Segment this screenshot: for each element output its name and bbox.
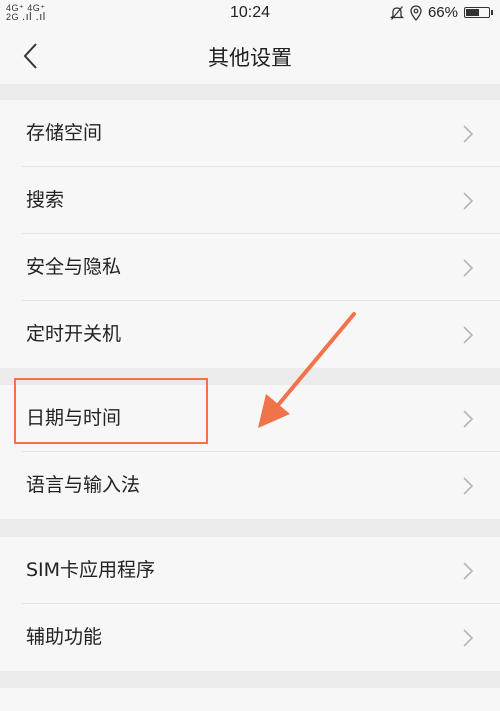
settings-group-3: SIM卡应用程序 辅助功能 bbox=[0, 537, 500, 671]
setting-label: 存储空间 bbox=[26, 122, 103, 144]
setting-row-security-privacy[interactable]: 安全与隐私 bbox=[0, 234, 500, 301]
setting-label: SIM卡应用程序 bbox=[26, 559, 156, 581]
setting-label: 辅助功能 bbox=[26, 626, 103, 648]
battery-icon bbox=[464, 7, 493, 18]
status-bar: 4G⁺ 4G⁺ 2G .ıl .ıl 10:24 66% bbox=[0, 0, 500, 28]
chevron-right-icon bbox=[463, 192, 474, 210]
setting-label: 定时开关机 bbox=[26, 323, 122, 345]
status-icons: 66% bbox=[389, 4, 493, 21]
battery-percent: 66% bbox=[427, 4, 458, 21]
chevron-right-icon bbox=[463, 562, 474, 580]
setting-label: 安全与隐私 bbox=[26, 256, 122, 278]
setting-row-storage[interactable]: 存储空间 bbox=[0, 100, 500, 167]
setting-row-scheduled-power[interactable]: 定时开关机 bbox=[0, 301, 500, 368]
bell-off-icon bbox=[389, 5, 404, 20]
location-icon bbox=[410, 4, 422, 21]
chevron-right-icon bbox=[463, 259, 474, 277]
chevron-right-icon bbox=[463, 410, 474, 428]
chevron-right-icon bbox=[463, 326, 474, 344]
setting-label: 日期与时间 bbox=[26, 407, 122, 429]
battery-level bbox=[466, 9, 480, 16]
setting-label: 搜索 bbox=[26, 189, 65, 211]
page-title: 其他设置 bbox=[208, 46, 292, 70]
setting-row-language-input[interactable]: 语言与输入法 bbox=[0, 452, 500, 519]
chevron-right-icon bbox=[463, 477, 474, 495]
chevron-right-icon bbox=[463, 125, 474, 143]
setting-label: 语言与输入法 bbox=[26, 474, 141, 496]
chevron-right-icon bbox=[463, 629, 474, 647]
settings-group-4 bbox=[0, 688, 500, 711]
navigation-bar: 其他设置 bbox=[0, 28, 500, 84]
setting-row-accessibility[interactable]: 辅助功能 bbox=[0, 604, 500, 671]
settings-group-2: 日期与时间 语言与输入法 bbox=[0, 385, 500, 519]
setting-row-search[interactable]: 搜索 bbox=[0, 167, 500, 234]
settings-group-1: 存储空间 搜索 安全与隐私 定时开关机 bbox=[0, 100, 500, 368]
setting-row-sim-apps[interactable]: SIM卡应用程序 bbox=[0, 537, 500, 604]
setting-row-date-time[interactable]: 日期与时间 bbox=[0, 385, 500, 452]
